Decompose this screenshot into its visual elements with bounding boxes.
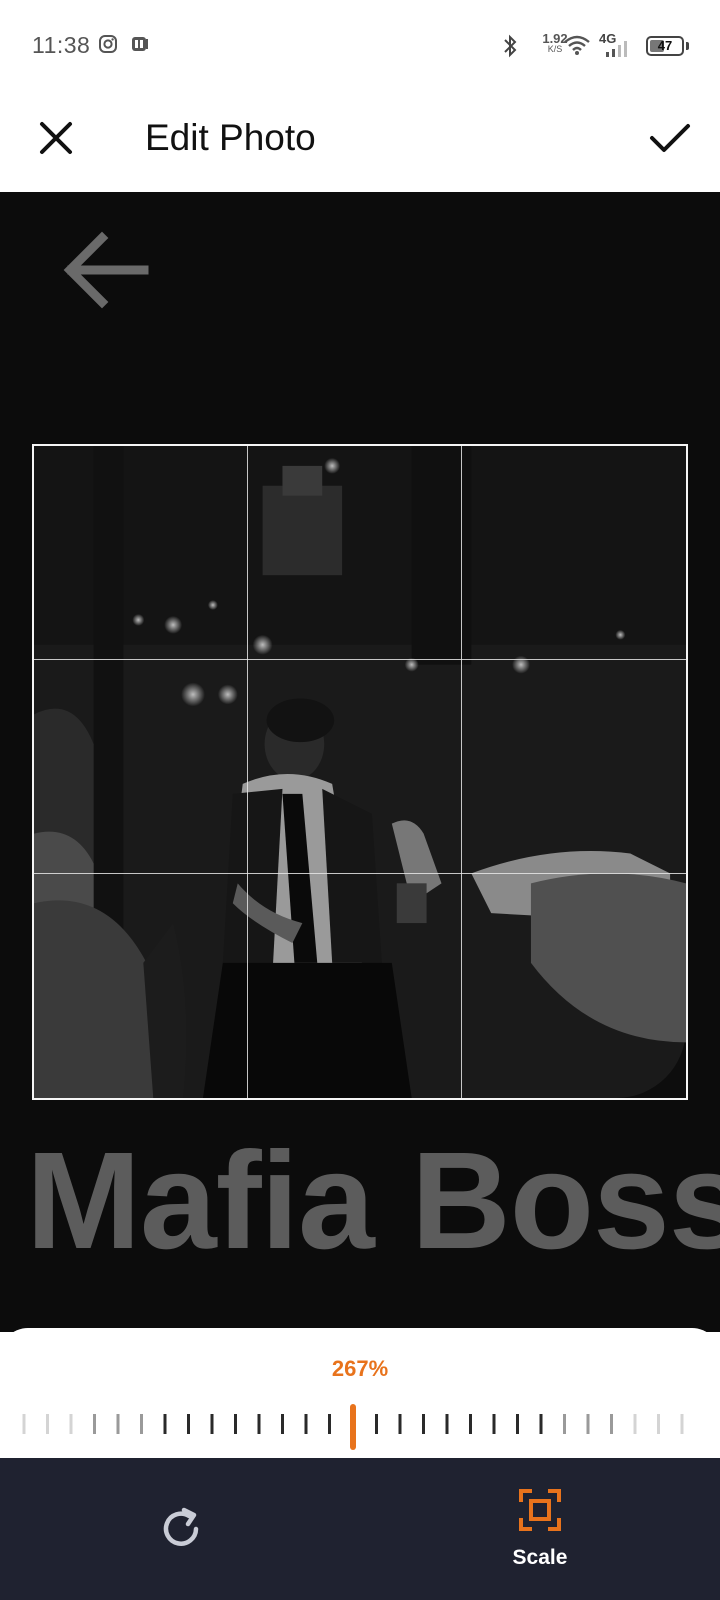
rotate-icon	[163, 1507, 199, 1546]
status-time: 11:38	[32, 32, 91, 58]
ruler-tick	[187, 1414, 190, 1434]
ruler-tick	[539, 1414, 543, 1434]
signal-icon	[604, 40, 628, 63]
ruler-tick	[492, 1414, 496, 1434]
close-button[interactable]	[32, 114, 80, 162]
ruler-tick	[398, 1414, 402, 1434]
check-icon	[650, 124, 690, 152]
scale-panel: 267%	[0, 1328, 720, 1458]
grid-line-horizontal	[34, 873, 686, 874]
scale-value: 267%	[331, 1356, 389, 1381]
status-bar: 11:38 1.92 K/S 4G 47	[0, 0, 720, 92]
ruler-tick	[69, 1414, 73, 1434]
photo-editor-canvas[interactable]: Mafia Boss	[0, 192, 720, 1332]
ruler-tick	[210, 1414, 214, 1434]
battery-tip	[686, 42, 689, 50]
photo-image	[34, 446, 686, 1098]
wifi-icon	[563, 34, 591, 61]
ruler-tick	[328, 1414, 331, 1434]
ruler-tick	[657, 1414, 660, 1434]
grid-line-vertical	[247, 446, 248, 1098]
ruler-tick	[445, 1414, 449, 1434]
ruler-tick	[469, 1414, 472, 1434]
scale-frame-icon	[519, 1489, 561, 1531]
bottom-toolbar: Scale	[0, 1458, 720, 1600]
bluetooth-icon	[500, 34, 520, 63]
ruler-tick	[680, 1414, 684, 1434]
ruler-tick	[633, 1414, 637, 1434]
battery-level: 47	[657, 38, 673, 53]
background-text: Mafia Boss	[26, 1124, 720, 1278]
crop-box[interactable]	[32, 444, 688, 1100]
ruler-tick	[304, 1414, 308, 1434]
ruler-tick	[257, 1414, 261, 1434]
ruler-tick	[563, 1414, 566, 1434]
battery-icon: 47	[646, 36, 684, 56]
grid-line-vertical	[461, 446, 462, 1098]
app-header: Edit Photo	[0, 92, 720, 192]
app-notification-icon	[130, 34, 150, 59]
scale-button[interactable]: Scale	[492, 1488, 588, 1584]
ruler-tick	[586, 1414, 590, 1434]
confirm-button[interactable]	[646, 114, 694, 162]
rotate-button[interactable]	[158, 1506, 204, 1552]
ruler-tick	[610, 1414, 613, 1434]
ruler-tick	[422, 1414, 425, 1434]
ruler-tick	[93, 1414, 96, 1434]
page-title: Edit Photo	[145, 117, 316, 158]
ruler-tick	[46, 1414, 49, 1434]
scale-label: Scale	[512, 1546, 568, 1569]
close-icon	[40, 122, 72, 154]
ruler-tick	[516, 1414, 519, 1434]
instagram-icon	[98, 34, 118, 59]
ruler-tick	[234, 1414, 237, 1434]
ruler-tick	[116, 1414, 120, 1434]
ruler-tick	[375, 1414, 378, 1434]
screen: 11:38 1.92 K/S 4G 47 Edit Photo Mafia Bo…	[0, 0, 720, 1600]
ruler-tick	[163, 1414, 167, 1434]
scale-ruler-slider[interactable]	[0, 1400, 720, 1450]
ruler-tick	[281, 1414, 284, 1434]
back-arrow-icon	[58, 222, 154, 318]
ruler-tick	[140, 1414, 143, 1434]
grid-line-horizontal	[34, 659, 686, 660]
ruler-tick	[22, 1414, 26, 1434]
scale-indicator	[350, 1404, 356, 1450]
